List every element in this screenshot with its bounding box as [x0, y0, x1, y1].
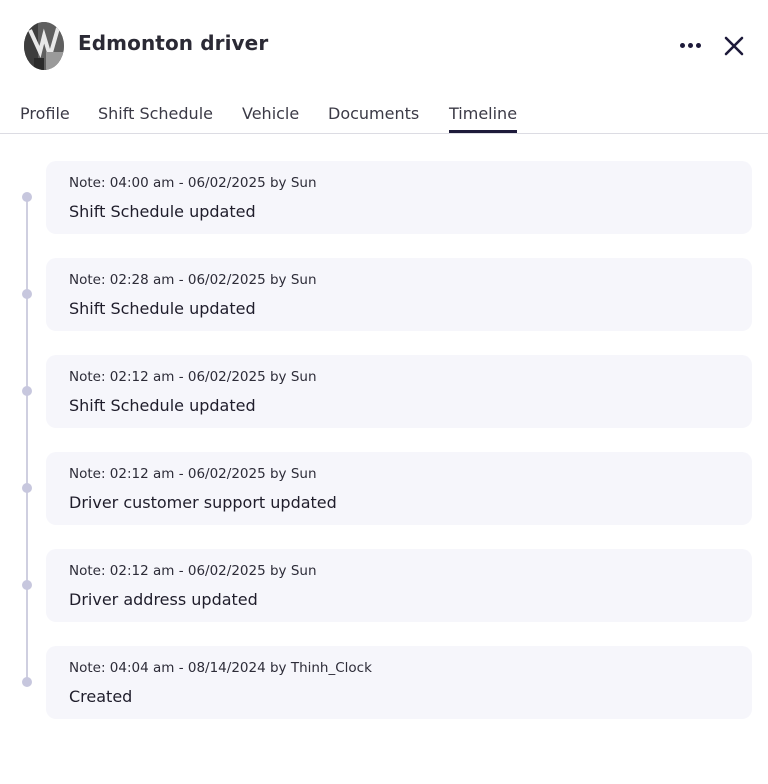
close-icon [724, 36, 744, 56]
timeline-dot [22, 483, 32, 493]
entry-meta: Note: 04:04 am - 08/14/2024 by Thinh_Clo… [69, 660, 372, 676]
timeline-line [26, 197, 28, 683]
entry-message: Shift Schedule updated [69, 396, 256, 415]
timeline-entry: Note: 02:28 am - 06/02/2025 by Sun Shift… [46, 258, 752, 331]
entry-meta: Note: 02:12 am - 06/02/2025 by Sun [69, 563, 317, 579]
timeline-dot [22, 289, 32, 299]
driver-photo-icon [24, 22, 64, 70]
timeline-entry: Note: 04:04 am - 08/14/2024 by Thinh_Clo… [46, 646, 752, 719]
entry-meta: Note: 02:12 am - 06/02/2025 by Sun [69, 369, 317, 385]
timeline-entry: Note: 02:12 am - 06/02/2025 by Sun Shift… [46, 355, 752, 428]
entry-meta: Note: 04:00 am - 06/02/2025 by Sun [69, 175, 317, 191]
entry-meta: Note: 02:12 am - 06/02/2025 by Sun [69, 466, 317, 482]
page-title: Edmonton driver [78, 31, 269, 55]
tab-shift-schedule[interactable]: Shift Schedule [98, 104, 213, 133]
tab-documents[interactable]: Documents [328, 104, 419, 133]
more-options-button[interactable] [676, 34, 704, 58]
timeline-entry: Note: 02:12 am - 06/02/2025 by Sun Drive… [46, 452, 752, 525]
tab-bar: Profile Shift Schedule Vehicle Documents… [0, 96, 768, 134]
tab-timeline[interactable]: Timeline [449, 104, 518, 133]
entry-message: Created [69, 687, 133, 706]
tab-vehicle[interactable]: Vehicle [242, 104, 299, 133]
entry-message: Shift Schedule updated [69, 202, 256, 221]
timeline-entry: Note: 02:12 am - 06/02/2025 by Sun Drive… [46, 549, 752, 622]
timeline-dot [22, 386, 32, 396]
timeline-entry: Note: 04:00 am - 06/02/2025 by Sun Shift… [46, 161, 752, 234]
close-button[interactable] [722, 34, 746, 58]
more-horizontal-icon [680, 43, 685, 48]
timeline-dot [22, 580, 32, 590]
entry-meta: Note: 02:28 am - 06/02/2025 by Sun [69, 272, 317, 288]
avatar [24, 22, 64, 70]
entry-message: Shift Schedule updated [69, 299, 256, 318]
timeline-dot [22, 192, 32, 202]
entry-message: Driver customer support updated [69, 493, 337, 512]
entry-message: Driver address updated [69, 590, 258, 609]
timeline-dot [22, 677, 32, 687]
panel-header: Edmonton driver [0, 0, 768, 92]
tab-profile[interactable]: Profile [20, 104, 70, 133]
